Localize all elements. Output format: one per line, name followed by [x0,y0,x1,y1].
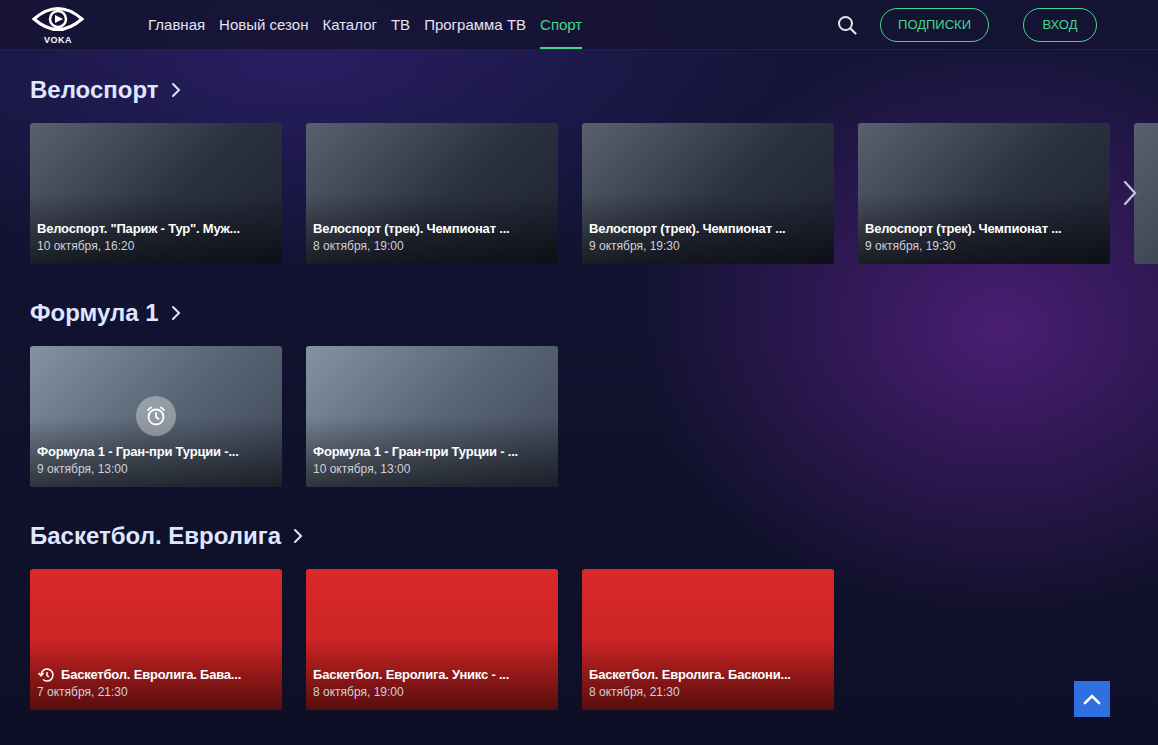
chevron-right-icon[interactable] [171,82,181,98]
card-title: Велоспорт (трек). Чемпионат ... [589,220,785,238]
card-date: 8 октября, 21:30 [589,684,827,700]
card-date: 8 октября, 19:00 [313,684,551,700]
section-title[interactable]: Велоспорт [30,76,159,104]
card-title-line: Велоспорт (трек). Чемпионат ... [589,220,827,238]
video-card[interactable]: Баскетбол. Евролига. Баскони...8 октября… [582,569,834,710]
card-date: 10 октября, 13:00 [313,461,551,477]
category-section: Баскетбол. Евролига Баскетбол. Евролига. … [30,521,1158,710]
subscriptions-button[interactable]: ПОДПИСКИ [880,8,989,42]
chevron-right-icon[interactable] [171,305,181,321]
section-header[interactable]: Баскетбол. Евролига [30,521,1158,551]
card-title-line: Велоспорт (трек). Чемпионат ... [865,220,1103,238]
card-row: Баскетбол. Евролига. Бава...7 октября, 2… [30,569,1158,710]
eye-logo-icon[interactable] [30,4,86,34]
nav-item[interactable]: Спорт [540,0,582,49]
nav-item[interactable]: Главная [148,0,205,49]
nav-item[interactable]: Новый сезон [219,0,308,49]
card-title-line: Баскетбол. Евролига. Баскони... [589,666,827,684]
card-title: Велоспорт (трек). Чемпионат ... [865,220,1061,238]
content: Велоспорт Велоспорт. "Париж - Тур". Муж..… [0,50,1158,710]
card-title-line: Баскетбол. Евролига. Бава... [37,666,275,684]
card-date: 9 октября, 19:30 [865,238,1103,254]
video-card[interactable]: Баскетбол. Евролига. Бава...7 октября, 2… [30,569,282,710]
video-card[interactable]: Формула 1 - Гран-при Турции - ...10 октя… [306,346,558,487]
chevron-right-icon[interactable] [293,528,303,544]
next-arrow-icon[interactable] [1121,178,1139,208]
logo[interactable]: VOKA [30,4,86,45]
scroll-top-button[interactable] [1074,681,1110,717]
nav-item[interactable]: Каталог [322,0,377,49]
section-header[interactable]: Формула 1 [30,298,1158,328]
chevron-up-icon [1082,692,1102,706]
card-title: Баскетбол. Евролига. Баскони... [589,666,791,684]
card-date: 8 октября, 19:00 [313,238,551,254]
card-title: Баскетбол. Евролига. Бава... [61,666,241,684]
card-title: Велоспорт (трек). Чемпионат ... [313,220,509,238]
video-card[interactable]: Велоспорт (трек). Чемпионат ...9 октября… [858,123,1110,264]
card-date: 9 октября, 13:00 [37,461,275,477]
video-card[interactable]: Баскетбол. Евролига. Уникс - ...8 октябр… [306,569,558,710]
nav-item[interactable]: ТВ [391,0,410,49]
alarm-clock-icon [144,404,168,428]
video-card[interactable]: Велоспорт (трек). Чемпионат ...8 октября… [306,123,558,264]
card-title-line: Баскетбол. Евролига. Уникс - ... [313,666,551,684]
card-title: Формула 1 - Гран-при Турции - ... [313,443,518,461]
card-row: Формула 1 - Гран-при Турции -...9 октябр… [30,346,1158,487]
main-nav: Главная Новый сезон Каталог ТВ Программа ТВ С… [148,0,582,49]
header-actions: ПОДПИСКИ ВХОД [837,8,1097,42]
card-row: Велоспорт. "Париж - Тур". Муж...10 октяб… [30,123,1158,264]
video-card[interactable]: Формула 1 - Гран-при Турции -...9 октябр… [30,346,282,487]
search-icon[interactable] [837,15,857,35]
section-header[interactable]: Велоспорт [30,75,1158,105]
card-title-line: Велоспорт. "Париж - Тур". Муж... [37,220,275,238]
card-date: 10 октября, 16:20 [37,238,275,254]
card-date: 7 октября, 21:30 [37,684,275,700]
card-title-line: Формула 1 - Гран-при Турции - ... [313,443,551,461]
card-title: Формула 1 - Гран-при Турции -... [37,443,239,461]
section-title[interactable]: Формула 1 [30,299,159,327]
category-section: Формула 1 Формула 1 - Гран-при Турции -..… [30,298,1158,487]
card-title-line: Велоспорт (трек). Чемпионат ... [313,220,551,238]
card-title-line: Формула 1 - Гран-при Турции -... [37,443,275,461]
login-button[interactable]: ВХОД [1023,8,1097,42]
partial-card[interactable] [1134,123,1158,264]
top-bar: VOKA Главная Новый сезон Каталог ТВ Программа… [0,0,1158,50]
card-title: Баскетбол. Евролига. Уникс - ... [313,666,509,684]
card-title: Велоспорт. "Париж - Тур". Муж... [37,220,240,238]
video-card[interactable]: Велоспорт (трек). Чемпионат ...9 октября… [582,123,834,264]
reminder-badge[interactable] [136,396,176,436]
replay-icon [37,667,55,683]
logo-text: VOKA [44,35,72,45]
nav-item[interactable]: Программа ТВ [424,0,526,49]
video-card[interactable]: Велоспорт. "Париж - Тур". Муж...10 октяб… [30,123,282,264]
category-section: Велоспорт Велоспорт. "Париж - Тур". Муж..… [30,75,1158,264]
card-date: 9 октября, 19:30 [589,238,827,254]
section-title[interactable]: Баскетбол. Евролига [30,522,281,550]
